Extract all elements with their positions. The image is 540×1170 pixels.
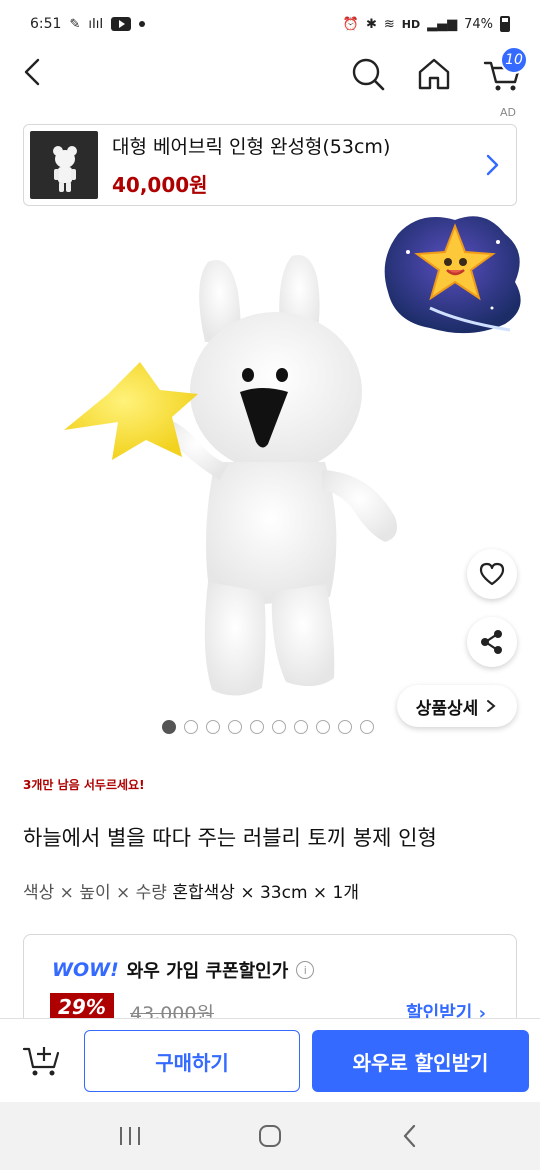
discount-badge: 29% — [50, 993, 114, 1021]
back-arrow-icon — [24, 58, 40, 86]
ad-thumbnail — [30, 131, 98, 199]
alarm-icon: ⏰ — [342, 16, 359, 32]
home-circle-icon — [259, 1125, 281, 1147]
star-sticker — [384, 216, 521, 334]
buy-button[interactable]: 구매하기 — [84, 1030, 300, 1092]
cart-button[interactable]: 10 — [482, 46, 528, 94]
product-image[interactable] — [0, 212, 540, 712]
system-nav-bar — [0, 1102, 540, 1170]
pagination-dot[interactable] — [184, 720, 198, 734]
product-title: 하늘에서 별을 따다 주는 러블리 토끼 봉제 인형 — [23, 826, 437, 850]
wow-title: 와우 가입 쿠폰할인가 — [126, 961, 289, 982]
rabbit-plush-illustration — [64, 216, 521, 696]
home-button[interactable] — [414, 54, 454, 94]
ad-price: 40,000원 — [112, 173, 208, 197]
ad-tag: AD — [500, 106, 516, 119]
bluetooth-icon: ✱ — [365, 16, 377, 32]
pagination-dot[interactable] — [360, 720, 374, 734]
notification-dot — [139, 21, 146, 27]
add-to-cart-icon — [22, 1047, 60, 1076]
pagination-dot[interactable] — [228, 720, 242, 734]
youtube-icon — [111, 17, 132, 31]
option-value: 혼합색상 × 33cm × 1개 — [172, 883, 360, 903]
search-icon — [352, 58, 385, 91]
product-detail-label: 상품상세 — [415, 698, 479, 719]
share-icon — [481, 630, 502, 654]
status-bar: 6:51 ✎ ıIıI ⏰ ✱ ≋ HD ▂▄▆ 74% — [0, 0, 540, 48]
share-button[interactable] — [467, 617, 517, 667]
pagination-dot[interactable] — [206, 720, 220, 734]
pagination-dot[interactable] — [338, 720, 352, 734]
ad-title: 대형 베어브릭 인형 완성형(53cm) — [112, 136, 391, 158]
chevron-right-icon — [486, 154, 499, 176]
pagination-dot[interactable] — [250, 720, 264, 734]
add-to-cart-button[interactable] — [22, 1041, 62, 1081]
audio-icon: ıIıI — [88, 16, 104, 32]
product-options[interactable]: 색상 × 높이 × 수량 혼합색상 × 33cm × 1개 — [23, 878, 359, 903]
battery-icon — [500, 16, 510, 32]
home-nav-button[interactable] — [250, 1116, 290, 1156]
wifi-icon: ≋ — [383, 16, 395, 32]
gallery-pagination[interactable] — [162, 720, 374, 734]
heart-icon — [479, 562, 505, 586]
favorite-button[interactable] — [467, 549, 517, 599]
info-icon[interactable]: i — [296, 961, 315, 979]
back-button[interactable] — [16, 54, 52, 90]
battery-percent: 74% — [464, 16, 493, 32]
wow-discount-button[interactable]: 와우로 할인받기 — [312, 1030, 529, 1092]
top-nav: 10 — [0, 46, 540, 98]
bottom-action-bar: 구매하기 와우로 할인받기 — [0, 1018, 540, 1102]
pagination-dot[interactable] — [162, 720, 176, 734]
chevron-right-icon — [487, 700, 496, 712]
back-icon — [403, 1124, 416, 1148]
ad-banner[interactable]: 대형 베어브릭 인형 완성형(53cm) 40,000원 — [23, 124, 517, 206]
cart-count-badge: 10 — [500, 46, 528, 74]
recent-apps-icon — [120, 1127, 140, 1145]
pagination-dot[interactable] — [272, 720, 286, 734]
stock-notice: 3개만 남음 서두르세요! — [23, 778, 145, 792]
wow-logo: WOW! — [52, 959, 119, 981]
home-icon — [418, 58, 450, 90]
product-detail-button[interactable]: 상품상세 — [397, 685, 517, 727]
network-label: HD — [401, 17, 421, 31]
clock: 6:51 — [30, 16, 62, 32]
recent-apps-button[interactable] — [110, 1116, 150, 1156]
option-label: 색상 × 높이 × 수량 — [23, 883, 167, 903]
search-button[interactable] — [348, 54, 388, 94]
pagination-dot[interactable] — [316, 720, 330, 734]
pagination-dot[interactable] — [294, 720, 308, 734]
signal-icon: ✎ — [69, 16, 81, 32]
back-nav-button[interactable] — [390, 1116, 430, 1156]
cell-signal-icon: ▂▄▆ — [427, 16, 458, 32]
